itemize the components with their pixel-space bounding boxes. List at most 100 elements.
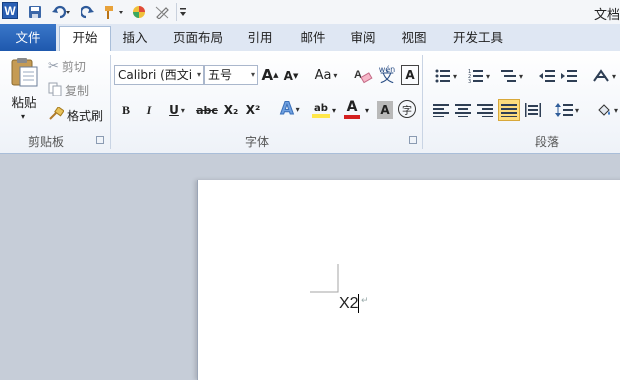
- font-color-label: A: [346, 99, 358, 115]
- font-name-value: Calibri (西文i: [118, 68, 193, 82]
- color-icon[interactable]: [132, 3, 146, 21]
- align-right-button[interactable]: [476, 101, 494, 119]
- distributed-icon: [525, 103, 541, 117]
- increase-indent-button[interactable]: [560, 67, 578, 85]
- justify-button[interactable]: [498, 99, 520, 121]
- char-border-button[interactable]: A: [401, 65, 419, 85]
- chevron-down-icon[interactable]: ▾: [251, 66, 255, 84]
- title-bar: W 文档: [0, 0, 620, 24]
- paint-bucket-icon: [598, 104, 610, 116]
- align-center-button[interactable]: [454, 101, 472, 119]
- word-logo-icon[interactable]: W: [2, 2, 18, 19]
- document-page[interactable]: X2 ↵: [197, 180, 620, 380]
- pen-icon[interactable]: [155, 3, 169, 21]
- ribbon-tab-bar: 文件 开始 插入 页面布局 引用 邮件 审阅 视图 开发工具: [0, 24, 620, 52]
- copy-label: 复制: [65, 84, 90, 98]
- chinese-layout-icon: [593, 69, 609, 82]
- clear-formatting-button[interactable]: A: [352, 65, 374, 85]
- ribbon: 粘贴 ▾ ✂ 剪切 复制 格式刷 剪贴板 Calibri (西文i ▾ 五号 ▾…: [0, 51, 620, 154]
- line-spacing-icon: [554, 103, 573, 117]
- format-painter-label: 格式刷: [67, 109, 104, 123]
- line-spacing-button[interactable]: ▾: [552, 101, 582, 119]
- brush-icon: [48, 106, 65, 124]
- tab-mailings[interactable]: 邮件: [293, 27, 333, 51]
- align-center-icon: [455, 104, 471, 117]
- scissors-icon: ✂: [48, 59, 59, 74]
- paste-dropdown-icon[interactable]: ▾: [16, 111, 30, 121]
- highlight-dropdown-icon[interactable]: ▾: [330, 101, 338, 119]
- font-color-bar: [344, 115, 360, 119]
- chevron-down-icon[interactable]: ▾: [197, 66, 201, 84]
- bold-button[interactable]: B: [118, 101, 134, 119]
- clipboard-group-label: 剪贴板: [28, 135, 65, 149]
- copy-icon: [48, 82, 62, 99]
- font-group-label: 字体: [245, 135, 270, 149]
- increase-indent-icon: [561, 70, 577, 82]
- underline-button[interactable]: U ▾: [164, 101, 190, 119]
- phonetic-guide-button[interactable]: wén 文: [376, 63, 398, 85]
- margin-corner-mark: [310, 264, 339, 293]
- justify-icon: [501, 104, 517, 117]
- svg-text:3: 3: [468, 79, 471, 83]
- save-icon[interactable]: [27, 3, 43, 21]
- shrink-font-button[interactable]: A ▼: [283, 68, 299, 84]
- clipboard-launcher-icon[interactable]: [96, 136, 104, 144]
- paragraph-mark: ↵: [361, 296, 369, 306]
- decrease-indent-button[interactable]: [538, 67, 556, 85]
- multilevel-list-button[interactable]: ▾: [498, 67, 526, 85]
- document-text[interactable]: X2: [339, 295, 359, 313]
- grow-font-button[interactable]: A ▲: [261, 66, 279, 84]
- group-separator: [422, 55, 423, 149]
- char-shading-button[interactable]: A: [377, 101, 393, 119]
- sort-button[interactable]: ▾: [590, 67, 618, 85]
- bullets-icon: [435, 69, 450, 83]
- superscript-button[interactable]: X²: [244, 101, 262, 119]
- font-color-button[interactable]: A: [341, 98, 363, 120]
- change-case-button[interactable]: Aa ▾: [313, 66, 339, 84]
- tab-insert[interactable]: 插入: [114, 27, 156, 51]
- enclose-char-button[interactable]: 字: [398, 100, 416, 118]
- cut-button[interactable]: ✂ 剪切: [48, 58, 86, 75]
- tab-page-layout[interactable]: 页面布局: [164, 27, 232, 51]
- tab-view[interactable]: 视图: [394, 27, 434, 51]
- align-left-button[interactable]: [432, 101, 450, 119]
- font-name-combo[interactable]: Calibri (西文i ▾: [114, 65, 204, 85]
- redo-icon[interactable]: [80, 3, 96, 21]
- change-case-label: Aa: [314, 67, 332, 83]
- clear-formatting-icon: A: [354, 69, 373, 84]
- distributed-button[interactable]: [524, 101, 542, 119]
- grow-font-label: A: [261, 66, 274, 84]
- shading-button[interactable]: ▾: [594, 101, 620, 119]
- align-right-icon: [477, 104, 493, 117]
- format-painter-button[interactable]: 格式刷: [48, 106, 104, 124]
- underline-label: U: [169, 103, 179, 117]
- tab-home[interactable]: 开始: [59, 26, 111, 52]
- shrink-font-label: A: [283, 69, 293, 83]
- font-size-combo[interactable]: 五号 ▾: [204, 65, 258, 85]
- paste-icon[interactable]: [6, 55, 42, 89]
- paste-button[interactable]: 粘贴: [7, 92, 41, 110]
- align-left-icon: [433, 104, 449, 117]
- numbering-button[interactable]: 1 2 3 ▾: [465, 67, 493, 85]
- text-cursor: [358, 294, 359, 313]
- strikethrough-button[interactable]: abc: [196, 101, 218, 119]
- highlight-label: ab: [314, 102, 328, 114]
- tab-file[interactable]: 文件: [0, 24, 56, 51]
- tab-developer[interactable]: 开发工具: [444, 27, 512, 51]
- multilevel-list-icon: [500, 70, 516, 82]
- bullets-button[interactable]: ▾: [432, 67, 460, 85]
- subscript-button[interactable]: X₂: [222, 101, 240, 119]
- svg-text:A: A: [354, 69, 362, 81]
- font-color-dropdown-icon[interactable]: ▾: [363, 101, 371, 119]
- italic-button[interactable]: I: [141, 101, 157, 119]
- font-launcher-icon[interactable]: [409, 136, 417, 144]
- copy-button[interactable]: 复制: [48, 82, 89, 99]
- window-title: 文档: [593, 8, 620, 23]
- customize-icon[interactable]: [176, 3, 189, 21]
- undo-icon[interactable]: [49, 3, 73, 21]
- format-painter-icon[interactable]: [101, 3, 127, 21]
- tab-references[interactable]: 引用: [240, 27, 280, 51]
- tab-review[interactable]: 审阅: [343, 27, 383, 51]
- group-separator: [110, 55, 111, 149]
- text-effect-button[interactable]: A ▾: [276, 99, 304, 120]
